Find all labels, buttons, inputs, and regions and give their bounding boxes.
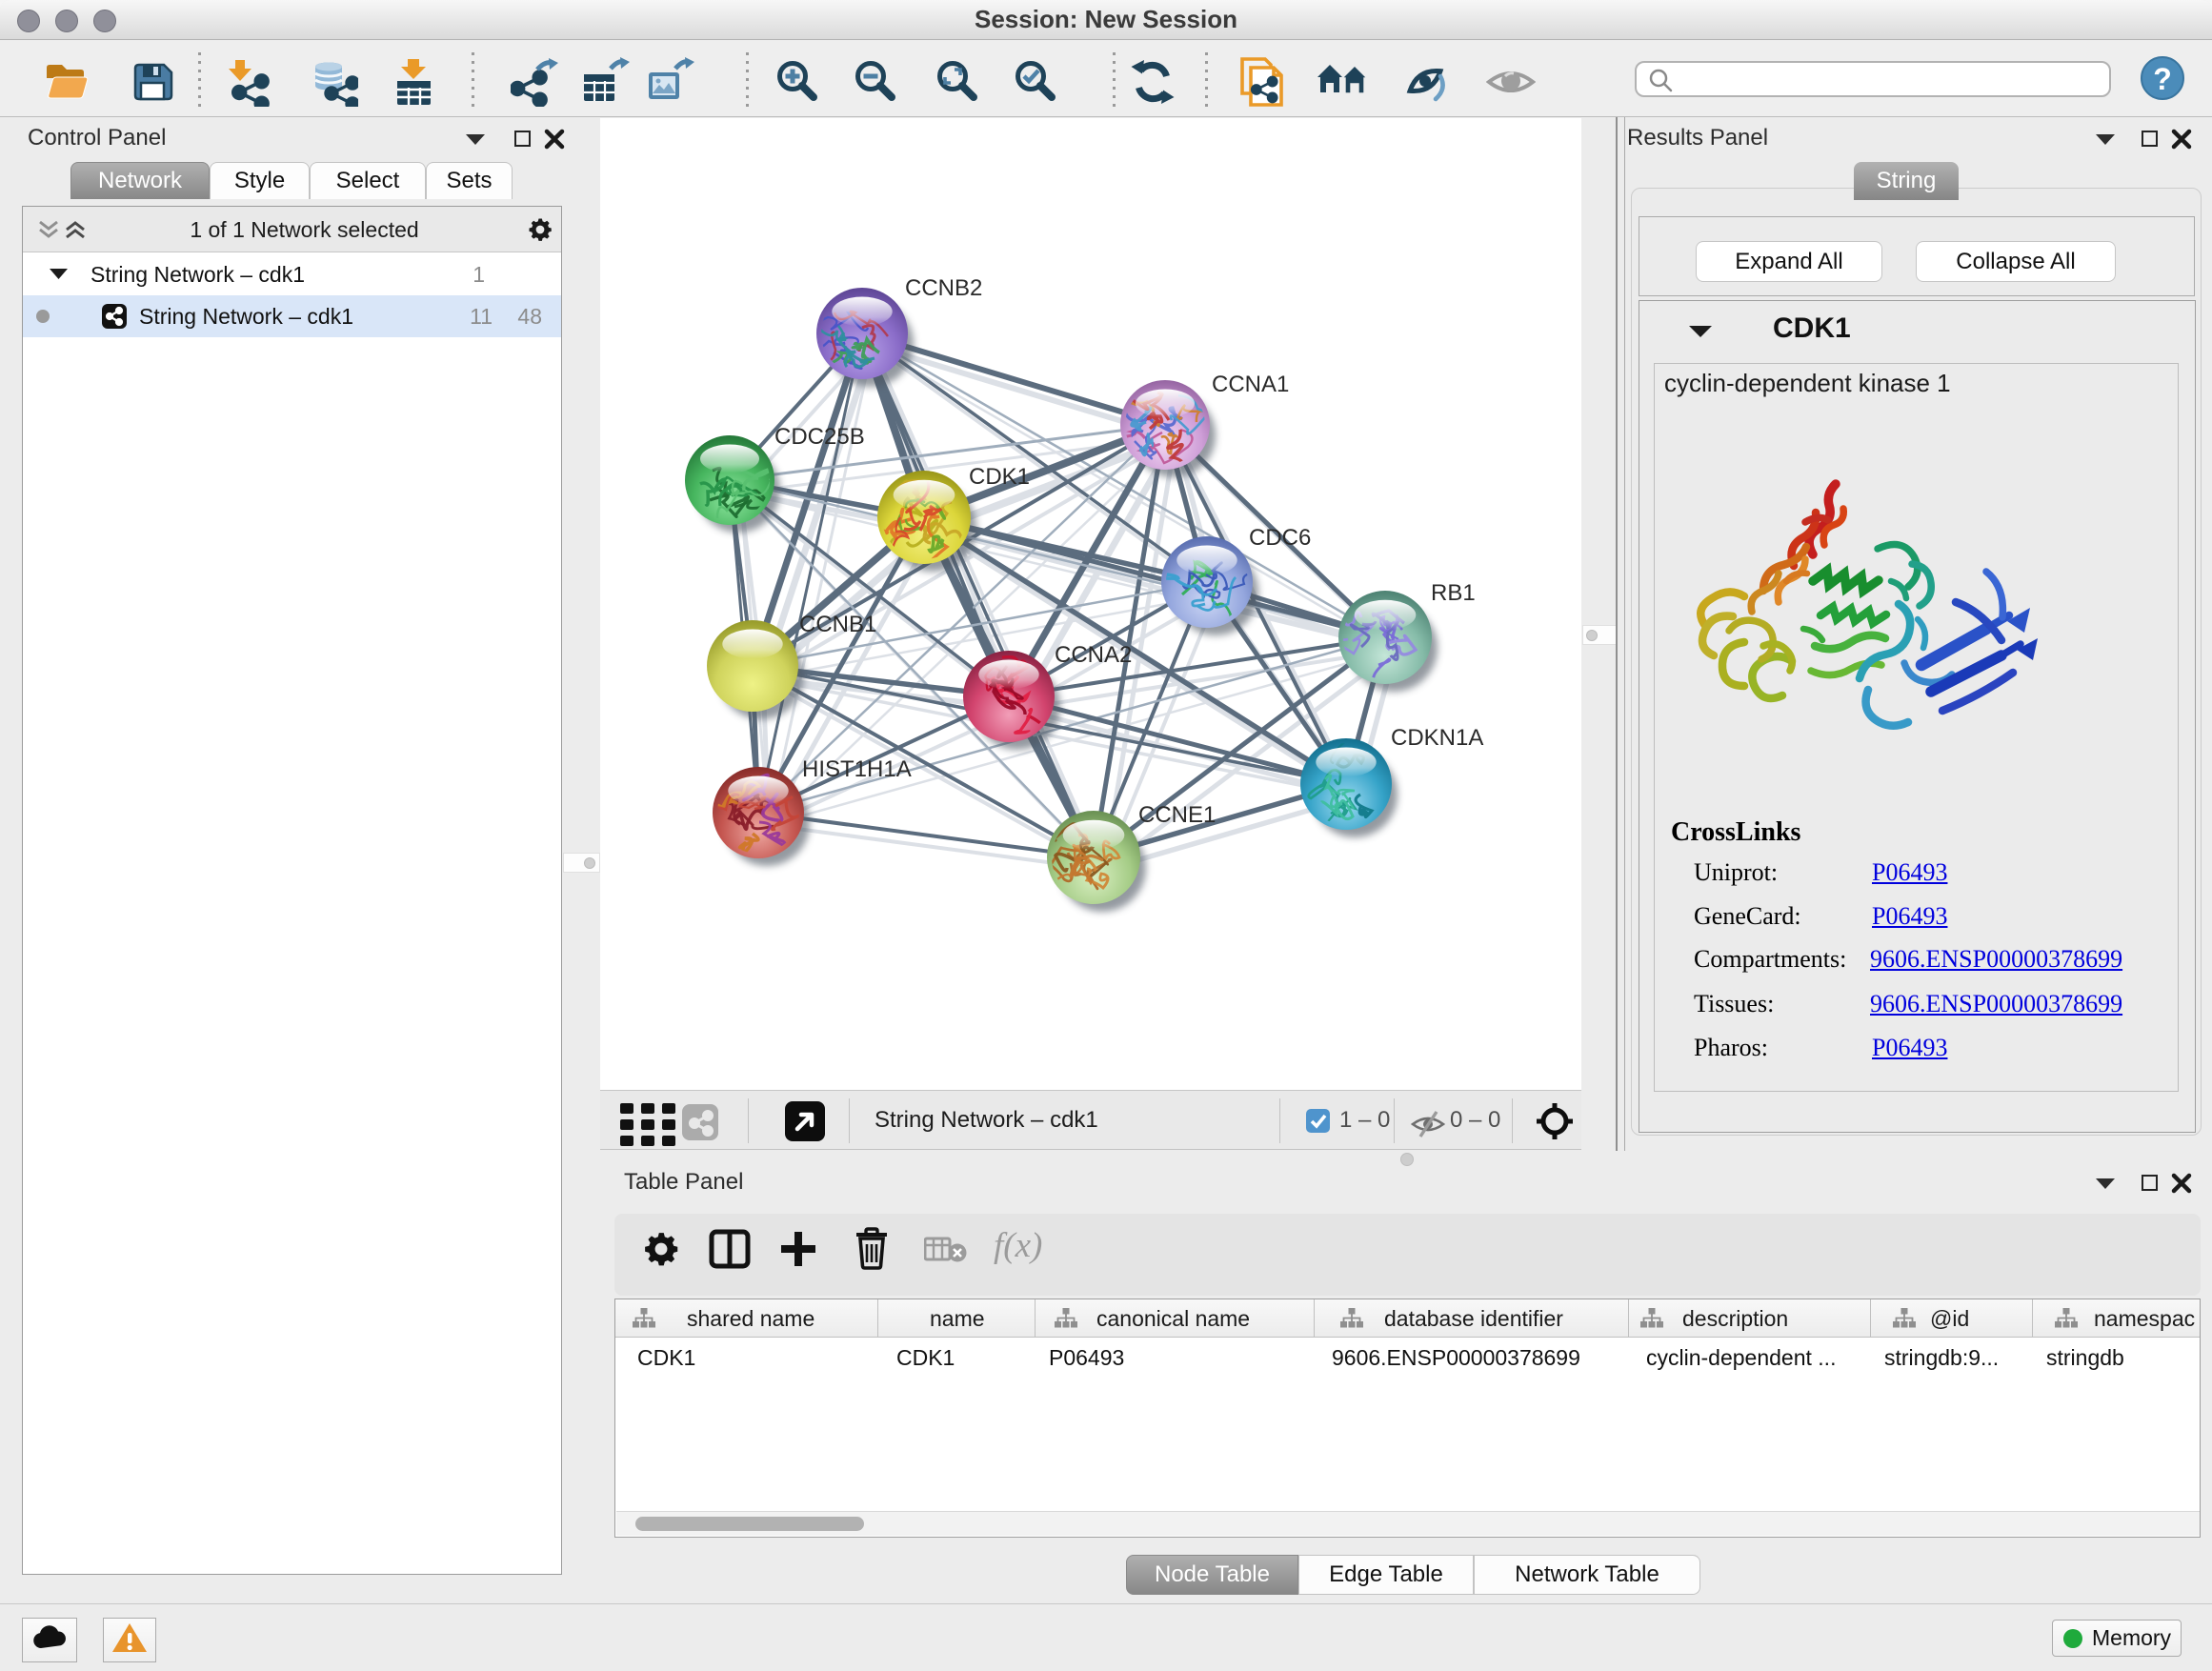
- svg-text:HIST1H1A: HIST1H1A: [802, 756, 912, 782]
- svg-text:CCNB2: CCNB2: [905, 275, 982, 301]
- svg-text:CCNA1: CCNA1: [1212, 372, 1289, 397]
- svg-text:CDC6: CDC6: [1249, 525, 1311, 551]
- svg-text:CCNB1: CCNB1: [799, 612, 876, 637]
- svg-text:CCNA2: CCNA2: [1055, 642, 1132, 668]
- svg-text:RB1: RB1: [1431, 580, 1476, 606]
- svg-text:CDKN1A: CDKN1A: [1391, 725, 1483, 751]
- svg-text:CDK1: CDK1: [969, 464, 1030, 490]
- svg-text:CDC25B: CDC25B: [774, 424, 865, 450]
- svg-text:CCNE1: CCNE1: [1138, 802, 1216, 828]
